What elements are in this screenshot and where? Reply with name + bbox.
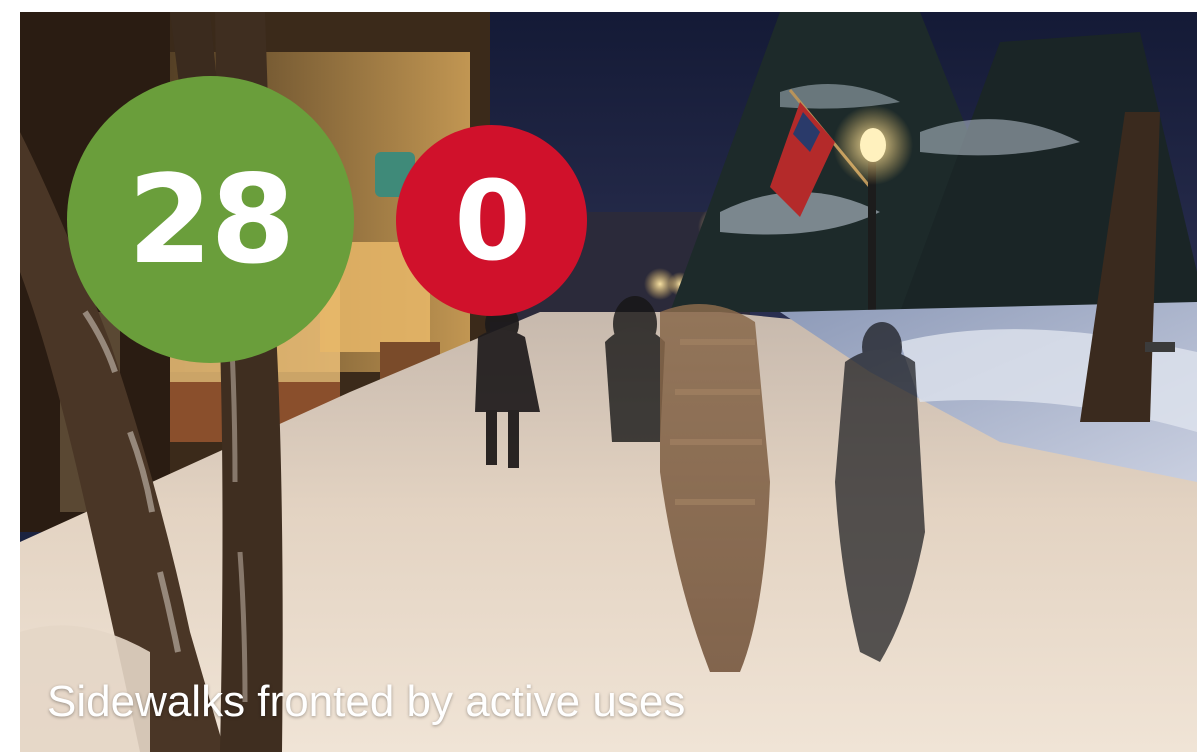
red-count-value: 0 [454,156,531,285]
photo-caption: Sidewalks fronted by active uses [47,677,686,726]
green-count-badge: 28 [67,76,354,363]
red-count-badge: 0 [396,125,587,316]
green-count-value: 28 [127,148,296,291]
photo-frame: 28 0 Sidewalks fronted by active uses [20,12,1197,752]
